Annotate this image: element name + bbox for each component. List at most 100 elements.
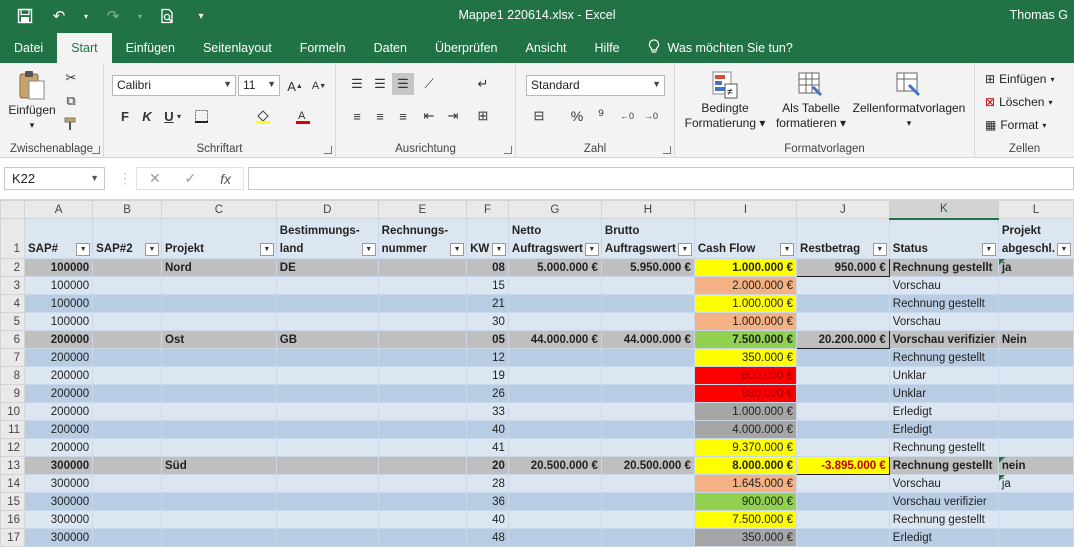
- customize-toolbar-icon[interactable]: ▾: [190, 5, 212, 27]
- cell-brutto[interactable]: [600, 312, 695, 331]
- row-header[interactable]: 9: [0, 384, 26, 403]
- header-cell-netto[interactable]: Netto Auftragswert ▼: [507, 218, 602, 259]
- cell-land[interactable]: [275, 474, 379, 493]
- cell-restbetrag[interactable]: 950.000 €: [796, 258, 890, 277]
- cell-projekt[interactable]: [161, 366, 277, 385]
- cell-projekt[interactable]: [161, 492, 277, 511]
- cell-sap2[interactable]: [92, 474, 162, 493]
- cell-sap2[interactable]: [92, 384, 162, 403]
- cell-kw[interactable]: 20: [466, 456, 509, 475]
- cell-brutto[interactable]: [600, 420, 695, 439]
- cell-rechnungsnummer[interactable]: [377, 510, 468, 529]
- filter-dropdown-icon[interactable]: ▼: [145, 243, 159, 256]
- cell-abgeschlossen[interactable]: [997, 312, 1074, 331]
- user-name[interactable]: Thomas G: [1010, 8, 1068, 22]
- filter-dropdown-icon[interactable]: ▼: [259, 243, 274, 256]
- row-header[interactable]: 2: [0, 258, 26, 277]
- border-icon[interactable]: [190, 105, 212, 127]
- cell-rechnungsnummer[interactable]: [377, 474, 468, 493]
- cell-netto[interactable]: [507, 420, 602, 439]
- cell-status[interactable]: Rechnung gestellt: [888, 456, 999, 475]
- cell-land[interactable]: [275, 366, 379, 385]
- print-preview-icon[interactable]: [156, 5, 178, 27]
- cell-projekt[interactable]: [161, 438, 277, 457]
- cell-status[interactable]: Unklar: [888, 384, 999, 403]
- tab-ueberpruefen[interactable]: Überprüfen: [421, 33, 512, 63]
- cell-netto[interactable]: [507, 474, 602, 493]
- cell-cashflow[interactable]: 900.000 €: [693, 492, 798, 511]
- name-box[interactable]: K22 ▼: [4, 167, 105, 190]
- cell-rechnungsnummer[interactable]: [377, 312, 468, 331]
- cell-netto[interactable]: [507, 294, 602, 313]
- cell-kw[interactable]: 26: [466, 384, 509, 403]
- column-header-j[interactable]: J: [796, 200, 890, 219]
- header-cell-status[interactable]: Status ▼: [888, 218, 999, 259]
- conditional-formatting-button[interactable]: ≠ Bedingte Formatierung ▾: [681, 69, 769, 131]
- copy-icon[interactable]: ⧉: [60, 90, 82, 112]
- cell-restbetrag[interactable]: -3.895.000 €: [796, 456, 890, 475]
- tab-start[interactable]: Start: [57, 33, 112, 63]
- clipboard-launcher-icon[interactable]: [92, 146, 100, 154]
- header-cell-restbetrag[interactable]: Restbetrag ▼: [796, 218, 890, 259]
- format-cells-button[interactable]: ▦ Format ▾: [985, 115, 1046, 135]
- column-header-e[interactable]: E: [377, 200, 468, 219]
- cell-status[interactable]: Rechnung gestellt: [888, 348, 999, 367]
- row-header[interactable]: 5: [0, 312, 26, 331]
- cell-abgeschlossen[interactable]: [997, 294, 1074, 313]
- cell-netto[interactable]: [507, 402, 602, 421]
- undo-icon[interactable]: ↶: [48, 5, 70, 27]
- cell-sap[interactable]: 100000: [24, 258, 94, 277]
- cell-rechnungsnummer[interactable]: [377, 402, 468, 421]
- redo-dropdown-icon[interactable]: ▾: [136, 5, 144, 27]
- cell-brutto[interactable]: 5.950.000 €: [600, 258, 695, 277]
- cell-cashflow[interactable]: 980.000 €: [693, 384, 798, 403]
- decrease-indent-icon[interactable]: ⇤: [418, 105, 440, 127]
- enter-icon[interactable]: ✓: [185, 170, 197, 187]
- cell-cashflow[interactable]: 8.000.000 €: [693, 456, 798, 475]
- insert-cells-button[interactable]: ⊞ Einfügen ▾: [985, 69, 1054, 89]
- filter-dropdown-icon[interactable]: ▼: [677, 243, 692, 256]
- cell-netto[interactable]: [507, 276, 602, 295]
- underline-dropdown-icon[interactable]: ▾: [174, 105, 184, 127]
- align-top-icon[interactable]: ☰: [346, 73, 368, 95]
- column-header-g[interactable]: G: [507, 200, 602, 219]
- header-cell-abgeschlossen[interactable]: Projekt abgeschl. ▼: [997, 218, 1074, 259]
- cell-restbetrag[interactable]: [796, 366, 890, 385]
- cell-abgeschlossen[interactable]: [997, 510, 1074, 529]
- worksheet-grid[interactable]: A B C D E F G H I J K L 1 SAP# ▼ SAP#2 ▼ P…: [0, 200, 1074, 550]
- increase-decimal-icon[interactable]: ←0: [616, 105, 638, 127]
- header-cell-land[interactable]: Bestimmungs-land ▼: [275, 218, 379, 259]
- column-header-i[interactable]: I: [693, 200, 798, 219]
- align-center-icon[interactable]: ≡: [369, 105, 391, 127]
- cell-cashflow[interactable]: 350.000 €: [693, 528, 798, 547]
- column-header-b[interactable]: B: [92, 200, 162, 219]
- row-header[interactable]: 17: [0, 528, 26, 547]
- bold-button[interactable]: F: [114, 105, 136, 127]
- cell-abgeschlossen[interactable]: [997, 420, 1074, 439]
- formula-bar-grip-icon[interactable]: ⋮: [118, 170, 132, 187]
- cell-brutto[interactable]: [600, 276, 695, 295]
- cell-brutto[interactable]: [600, 384, 695, 403]
- filter-dropdown-icon[interactable]: ▼: [76, 243, 91, 256]
- cell-kw[interactable]: 08: [466, 258, 509, 277]
- cell-sap[interactable]: 300000: [24, 528, 94, 547]
- cell-kw[interactable]: 12: [466, 348, 509, 367]
- cell-sap[interactable]: 200000: [24, 366, 94, 385]
- cell-projekt[interactable]: [161, 420, 277, 439]
- cell-cashflow[interactable]: 2.000.000 €: [693, 276, 798, 295]
- cell-rechnungsnummer[interactable]: [377, 384, 468, 403]
- cell-projekt[interactable]: [161, 510, 277, 529]
- decrease-decimal-icon[interactable]: →0: [640, 105, 662, 127]
- save-icon[interactable]: [14, 5, 36, 27]
- font-name-select[interactable]: Calibri ▼: [112, 75, 236, 96]
- cell-cashflow[interactable]: 1.000.000 €: [693, 312, 798, 331]
- row-header[interactable]: 12: [0, 438, 26, 457]
- filter-dropdown-icon[interactable]: ▼: [361, 243, 376, 256]
- alignment-launcher-icon[interactable]: [504, 146, 512, 154]
- cell-projekt[interactable]: [161, 276, 277, 295]
- cell-land[interactable]: [275, 402, 379, 421]
- italic-button[interactable]: K: [136, 105, 158, 127]
- merge-center-icon[interactable]: ⊞: [472, 105, 494, 127]
- cell-status[interactable]: Rechnung gestellt: [888, 438, 999, 457]
- insert-function-icon[interactable]: fx: [220, 171, 231, 187]
